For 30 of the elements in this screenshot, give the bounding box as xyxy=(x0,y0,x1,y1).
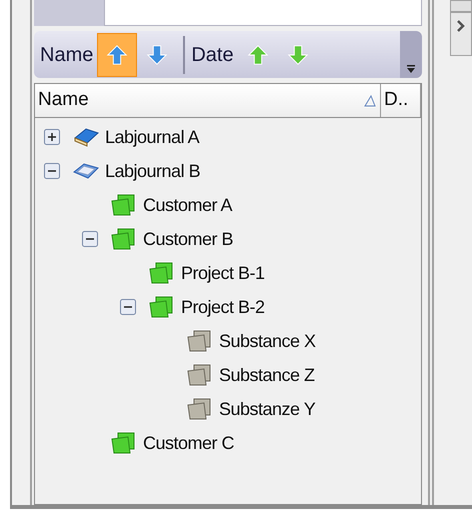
tree-item-label[interactable]: Labjournal B xyxy=(105,158,200,184)
sort-label: Name xyxy=(40,42,94,68)
sort-button[interactable] xyxy=(97,32,138,76)
tree-item-label[interactable]: Labjournal A xyxy=(105,124,200,150)
book-icon xyxy=(72,126,100,148)
expand-icon[interactable] xyxy=(44,129,60,145)
expand-pane-button[interactable] xyxy=(450,12,472,56)
filter-field[interactable] xyxy=(104,0,422,26)
tree-item-label[interactable]: Project B-1 xyxy=(181,260,265,286)
sort-label: Date xyxy=(191,42,234,68)
tree-item-label[interactable]: Customer B xyxy=(143,226,234,252)
tree-item-label[interactable]: Substance Z xyxy=(219,362,315,388)
chevron-right-icon xyxy=(456,19,466,33)
tree-item-label[interactable]: Project B-2 xyxy=(181,294,265,320)
toolbar-overflow-button[interactable] xyxy=(400,31,422,78)
up-arrow-icon xyxy=(246,44,269,66)
tree-item-label[interactable]: Customer C xyxy=(143,430,234,456)
down-arrow-icon xyxy=(146,44,168,66)
collapse-icon[interactable] xyxy=(120,299,136,315)
column-header[interactable]: Name xyxy=(35,84,381,117)
tree-item-label[interactable]: Customer A xyxy=(143,192,232,218)
filter-label-area xyxy=(34,0,104,26)
tree-item-label[interactable]: Substance X xyxy=(219,328,316,354)
down-arrow-icon xyxy=(286,44,309,66)
collapse-icon[interactable] xyxy=(44,163,60,179)
collapse-icon[interactable] xyxy=(82,231,98,247)
up-arrow-icon xyxy=(106,44,128,66)
tree-item-label[interactable]: Substanze Y xyxy=(219,396,316,422)
column-header[interactable]: D.. xyxy=(381,84,421,117)
overflow-caret-icon xyxy=(406,64,416,74)
